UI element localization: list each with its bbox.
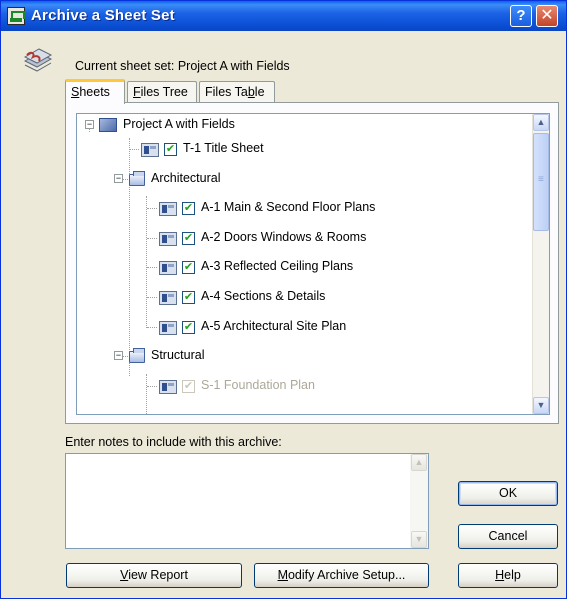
sheet-node-icon bbox=[159, 320, 177, 335]
sheet-node-icon bbox=[159, 202, 177, 217]
notes-input[interactable] bbox=[66, 454, 410, 548]
tree-sheet-label: S-1 Foundation Plan bbox=[201, 377, 315, 392]
tree-sheet-row[interactable]: ✔ A-5 Architectural Site Plan bbox=[77, 316, 527, 338]
tree-sheet-row[interactable]: ✔ A-4 Sections & Details bbox=[77, 286, 527, 308]
tab-sheets-label: Sheets bbox=[71, 85, 110, 99]
tree-line bbox=[147, 237, 157, 239]
tab-files-table[interactable]: Files Table bbox=[199, 81, 275, 103]
subset-folder-icon bbox=[129, 170, 145, 186]
tree-sheet-label: A-1 Main & Second Floor Plans bbox=[201, 200, 376, 215]
tab-files-tree[interactable]: Files Tree bbox=[127, 81, 197, 103]
tree-subset-label: Structural bbox=[151, 348, 205, 363]
title-bar[interactable]: Archive a Sheet Set ? ✕ bbox=[1, 1, 566, 31]
tree-line bbox=[147, 297, 157, 298]
sheet-tree[interactable]: − Project A with Fields ✔ T-1 Title Sheet… bbox=[76, 113, 550, 415]
archive-sheet-set-dialog: Archive a Sheet Set ? ✕ Current sheet se… bbox=[0, 0, 567, 599]
help-title-button[interactable]: ? bbox=[510, 5, 532, 27]
help-button-label: Help bbox=[495, 568, 521, 582]
sheet-checkbox[interactable]: ✔ bbox=[182, 291, 195, 304]
tree-root-row[interactable]: − Project A with Fields bbox=[77, 114, 527, 136]
tab-files-tree-label: Files Tree bbox=[133, 85, 188, 99]
tree-line bbox=[123, 178, 128, 180]
sheet-checkbox[interactable]: ✔ bbox=[182, 320, 195, 334]
current-sheet-set-label: Current sheet set: Project A with Fields bbox=[75, 59, 290, 73]
sheet-checkbox: ✔ bbox=[182, 379, 195, 393]
subset-folder-icon bbox=[129, 348, 145, 364]
tree-sheet-label: T-1 Title Sheet bbox=[183, 141, 264, 155]
sheet-checkbox[interactable]: ✔ bbox=[182, 231, 195, 245]
sheet-checkbox[interactable]: ✔ bbox=[164, 143, 177, 156]
view-report-button-label: View Report bbox=[120, 568, 188, 582]
tab-files-table-label: Files Table bbox=[205, 85, 265, 99]
sheet-node-icon bbox=[141, 143, 159, 157]
tree-subset-label: Architectural bbox=[151, 170, 221, 185]
tree-sheet-row[interactable]: ✔ A-1 Main & Second Floor Plans bbox=[77, 197, 527, 219]
tree-line bbox=[147, 267, 157, 269]
notes-scrollbar[interactable]: ▲ ▼ bbox=[410, 454, 428, 548]
sheet-node-icon bbox=[159, 291, 177, 305]
notes-box: ▲ ▼ bbox=[65, 453, 429, 549]
sheet-node-icon bbox=[159, 231, 177, 246]
sheet-node-icon bbox=[159, 261, 177, 276]
sheet-checkbox[interactable]: ✔ bbox=[182, 202, 195, 216]
tree-sheet-row[interactable]: ✔ T-1 Title Sheet bbox=[77, 138, 527, 160]
tree-line bbox=[147, 326, 157, 328]
collapse-icon[interactable]: − bbox=[114, 173, 123, 183]
collapse-icon[interactable]: − bbox=[114, 351, 123, 361]
sheet-node-icon bbox=[159, 379, 177, 394]
sheet-checkbox[interactable]: ✔ bbox=[182, 261, 195, 275]
scroll-up-icon[interactable]: ▲ bbox=[533, 114, 549, 131]
help-button[interactable]: Help bbox=[458, 563, 558, 588]
tab-sheets[interactable]: Sheets bbox=[65, 79, 125, 104]
close-title-button[interactable]: ✕ bbox=[536, 5, 558, 27]
scroll-thumb[interactable] bbox=[533, 133, 549, 231]
modify-archive-setup-button[interactable]: Modify Archive Setup... bbox=[254, 563, 429, 588]
tree-line bbox=[123, 356, 128, 358]
dialog-title: Archive a Sheet Set bbox=[31, 7, 175, 24]
notes-scroll-up-icon[interactable]: ▲ bbox=[411, 454, 427, 471]
collapse-icon[interactable]: − bbox=[85, 120, 94, 129]
tree-root-label: Project A with Fields bbox=[123, 117, 235, 131]
tree-subset-row[interactable]: − Structural bbox=[77, 345, 527, 367]
view-report-button[interactable]: View Report bbox=[66, 563, 242, 588]
tree-line bbox=[129, 149, 139, 150]
scroll-down-icon[interactable]: ▼ bbox=[533, 397, 549, 414]
sheet-set-icon bbox=[23, 48, 53, 72]
tree-scrollbar[interactable]: ▲ ▼ bbox=[532, 114, 549, 414]
tree-sheet-label: A-5 Architectural Site Plan bbox=[201, 318, 347, 333]
tree-sheet-label: A-4 Sections & Details bbox=[201, 289, 326, 303]
tree-sheet-label: A-3 Reflected Ceiling Plans bbox=[201, 259, 354, 274]
sheet-set-node-icon bbox=[99, 118, 117, 132]
app-icon bbox=[7, 7, 25, 25]
tree-line bbox=[147, 385, 157, 387]
tree-sheet-row[interactable]: ✔ S-1 Foundation Plan bbox=[77, 375, 527, 397]
tree-sheet-row[interactable]: ✔ A-3 Reflected Ceiling Plans bbox=[77, 256, 527, 278]
modify-archive-setup-button-label: Modify Archive Setup... bbox=[277, 568, 406, 582]
cancel-button[interactable]: Cancel bbox=[458, 524, 558, 549]
notes-scroll-down-icon[interactable]: ▼ bbox=[411, 531, 427, 548]
tree-sheet-label: A-2 Doors Windows & Rooms bbox=[201, 229, 367, 244]
notes-label: Enter notes to include with this archive… bbox=[65, 435, 282, 449]
tree-subset-row[interactable]: − Architectural bbox=[77, 168, 527, 190]
tree-sheet-row[interactable]: ✔ A-2 Doors Windows & Rooms bbox=[77, 227, 527, 249]
sheets-tab-panel: − Project A with Fields ✔ T-1 Title Sheet… bbox=[65, 102, 559, 424]
tree-line bbox=[147, 208, 157, 210]
ok-button[interactable]: OK bbox=[458, 481, 558, 506]
